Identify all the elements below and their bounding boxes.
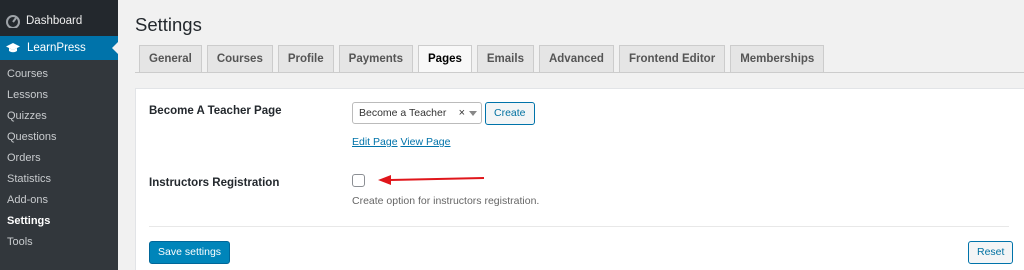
tab-advanced[interactable]: Advanced: [538, 45, 614, 72]
teacher-page-label: Become A Teacher Page: [149, 105, 282, 117]
settings-tabs: General Courses Profile Payments Pages E…: [139, 45, 829, 73]
page-title: Settings: [135, 14, 202, 35]
instructors-registration-description: Create option for instructors registrati…: [352, 195, 540, 207]
tab-payments[interactable]: Payments: [338, 45, 413, 72]
tab-pages[interactable]: Pages: [418, 45, 472, 73]
sidebar-item-dashboard[interactable]: Dashboard: [0, 8, 118, 34]
sidebar-item-label: LearnPress: [27, 42, 86, 54]
reset-button[interactable]: Reset: [968, 241, 1014, 264]
page-links: Edit Page View Page: [352, 136, 450, 148]
sidebar-item-orders[interactable]: Orders: [0, 148, 118, 169]
teacher-page-select[interactable]: Become a Teacher ×: [352, 102, 482, 124]
edit-page-link[interactable]: Edit Page: [352, 136, 398, 148]
tabs-divider: [135, 72, 1024, 73]
sidebar-item-tools[interactable]: Tools: [0, 232, 118, 253]
sidebar-item-add-ons[interactable]: Add-ons: [0, 190, 118, 211]
annotation-arrow-icon: [378, 175, 485, 185]
sidebar-item-learnpress[interactable]: LearnPress: [0, 36, 118, 60]
sidebar-item-lessons[interactable]: Lessons: [0, 85, 118, 106]
tab-profile[interactable]: Profile: [277, 45, 334, 72]
sidebar-item-settings[interactable]: Settings: [0, 211, 118, 232]
tab-general[interactable]: General: [139, 45, 202, 72]
save-settings-button[interactable]: Save settings: [149, 241, 231, 264]
instructors-registration-label: Instructors Registration: [149, 177, 280, 189]
select-value: Become a Teacher: [359, 107, 447, 119]
panel-divider: [149, 226, 1009, 227]
sidebar-item-courses[interactable]: Courses: [0, 64, 118, 85]
tab-emails[interactable]: Emails: [476, 45, 534, 72]
create-page-button[interactable]: Create: [485, 102, 535, 125]
tab-frontend-editor[interactable]: Frontend Editor: [618, 45, 726, 72]
clear-selection-icon[interactable]: ×: [459, 107, 465, 119]
sidebar-item-questions[interactable]: Questions: [0, 127, 118, 148]
sidebar-item-quizzes[interactable]: Quizzes: [0, 106, 118, 127]
dashboard-icon: [6, 14, 20, 28]
current-menu-notch: [112, 42, 118, 54]
chevron-down-icon[interactable]: [469, 111, 477, 116]
instructors-registration-checkbox[interactable]: [352, 174, 365, 187]
admin-sidebar: Dashboard LearnPress Courses Lessons Qui…: [0, 0, 118, 270]
sidebar-item-label: Dashboard: [26, 15, 83, 27]
tab-courses[interactable]: Courses: [206, 45, 273, 72]
settings-panel: Become A Teacher Page Become a Teacher ×…: [135, 88, 1024, 270]
tab-memberships[interactable]: Memberships: [730, 45, 825, 72]
sidebar-item-statistics[interactable]: Statistics: [0, 169, 118, 190]
learnpress-submenu: Courses Lessons Quizzes Questions Orders…: [0, 60, 118, 270]
graduation-cap-icon: [6, 41, 20, 55]
view-page-link[interactable]: View Page: [400, 136, 450, 148]
